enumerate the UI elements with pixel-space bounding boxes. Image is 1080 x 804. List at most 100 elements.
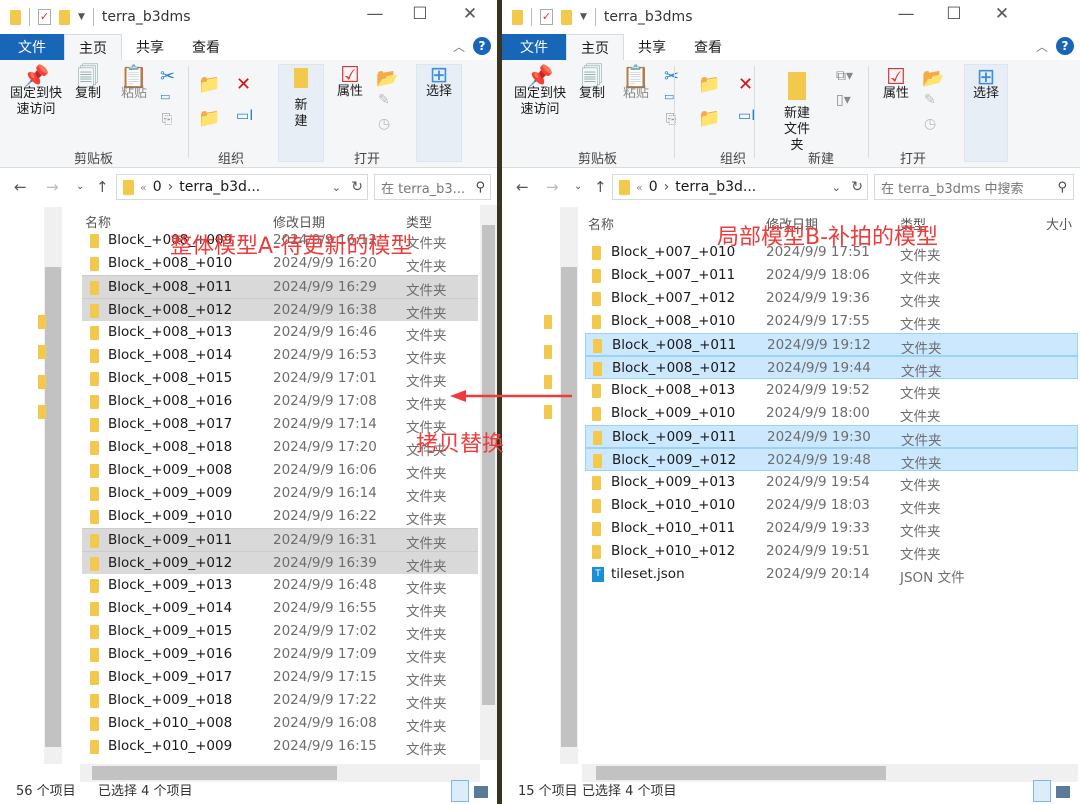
- recent-dropdown-icon[interactable]: ⌄: [574, 181, 582, 192]
- close-button[interactable]: ✕: [982, 4, 1022, 24]
- paste-button[interactable]: 📋 粘贴: [618, 67, 654, 102]
- select-button[interactable]: ⊞ 选择: [420, 65, 458, 100]
- tab-view[interactable]: 查看: [178, 34, 234, 60]
- file-row[interactable]: Block_+010_+011 2024/9/9 19:33 文件夹: [585, 517, 1078, 540]
- column-name[interactable]: 名称: [588, 214, 614, 233]
- edit-icon[interactable]: ✎: [378, 92, 390, 108]
- address-bar[interactable]: « 0 › terra_b3d... ⌄ ↻: [612, 174, 868, 200]
- breadcrumb-0[interactable]: 0: [649, 179, 658, 195]
- file-row[interactable]: Block_+009_+015 2024/9/9 17:02 文件夹: [82, 620, 478, 643]
- file-row[interactable]: Block_+009_+018 2024/9/9 17:22 文件夹: [82, 689, 478, 712]
- quick-access-dropdown-icon[interactable]: ▼: [580, 12, 587, 22]
- minimize-button[interactable]: —: [355, 4, 395, 24]
- list-scrollbar[interactable]: [480, 205, 497, 760]
- edit-icon[interactable]: ✎: [924, 92, 936, 108]
- tab-share[interactable]: 共享: [624, 34, 680, 60]
- help-icon[interactable]: ?: [473, 37, 491, 55]
- maximize-button[interactable]: ☐: [934, 4, 974, 24]
- file-row[interactable]: Block_+008_+010 2024/9/9 17:55 文件夹: [585, 310, 1078, 333]
- file-row[interactable]: Block_+010_+009 2024/9/9 16:15 文件夹: [82, 735, 478, 758]
- help-icon[interactable]: ?: [1056, 37, 1074, 55]
- properties-button[interactable]: ☑ 属性: [332, 65, 368, 100]
- move-to-icon[interactable]: 📁: [198, 74, 220, 95]
- new-item-icon[interactable]: ⧉▾: [836, 68, 853, 84]
- search-input[interactable]: 在 terra_b3dms 中搜索 ⚲: [874, 174, 1074, 200]
- address-dropdown-icon[interactable]: ⌄: [332, 181, 341, 194]
- file-row[interactable]: Block_+009_+017 2024/9/9 17:15 文件夹: [82, 666, 478, 689]
- back-button[interactable]: ←: [14, 178, 27, 196]
- easy-access-icon[interactable]: ▯▾: [836, 92, 851, 108]
- file-row[interactable]: Block_+009_+013 2024/9/9 19:54 文件夹: [585, 471, 1078, 494]
- address-bar[interactable]: « 0 › terra_b3d... ⌄ ↻: [116, 174, 368, 200]
- forward-button[interactable]: →: [46, 178, 59, 196]
- file-row[interactable]: Block_+008_+013 2024/9/9 19:52 文件夹: [585, 379, 1078, 402]
- file-row[interactable]: Block_+009_+009 2024/9/9 16:14 文件夹: [82, 482, 478, 505]
- copy-button[interactable]: 🗐 复制: [574, 67, 610, 102]
- file-row[interactable]: Block_+009_+016 2024/9/9 17:09 文件夹: [82, 643, 478, 666]
- cut-icon[interactable]: ✂: [664, 66, 679, 87]
- pin-quick-access-button[interactable]: 📌 固定到快速访问: [6, 67, 66, 118]
- copy-to-icon[interactable]: 📁: [198, 108, 220, 129]
- file-row[interactable]: Block_+009_+014 2024/9/9 16:55 文件夹: [82, 597, 478, 620]
- file-row[interactable]: Block_+008_+016 2024/9/9 17:08 文件夹: [82, 390, 478, 413]
- tab-file[interactable]: 文件: [0, 34, 64, 60]
- history-icon[interactable]: ◷: [378, 116, 390, 132]
- file-row[interactable]: Block_+007_+012 2024/9/9 19:36 文件夹: [585, 287, 1078, 310]
- new-folder-quick-icon[interactable]: [561, 9, 572, 25]
- delete-icon[interactable]: ✕: [738, 74, 753, 95]
- refresh-icon[interactable]: ↻: [851, 179, 863, 195]
- file-row[interactable]: Block_+009_+008 2024/9/9 16:06 文件夹: [82, 459, 478, 482]
- up-button[interactable]: ↑: [594, 178, 607, 196]
- minimize-button[interactable]: —: [886, 4, 926, 24]
- rename-icon[interactable]: ▭I: [236, 108, 253, 124]
- select-button[interactable]: ⊞ 选择: [967, 67, 1005, 102]
- nav-scrollbar[interactable]: [560, 207, 578, 764]
- collapse-ribbon-icon[interactable]: ︿: [1036, 38, 1048, 55]
- file-row[interactable]: Block_+010_+008 2024/9/9 16:08 文件夹: [82, 712, 478, 735]
- details-view-button[interactable]: [451, 780, 469, 802]
- copy-to-icon[interactable]: 📁: [698, 108, 720, 129]
- open-icon[interactable]: 📂: [376, 68, 398, 89]
- back-button[interactable]: ←: [516, 178, 529, 196]
- rename-icon[interactable]: ▭I: [738, 108, 755, 124]
- copy-button[interactable]: 🗐 复制: [70, 67, 106, 102]
- pin-quick-access-button[interactable]: 📌 固定到快速访问: [510, 67, 570, 118]
- file-row[interactable]: Block_+010_+012 2024/9/9 19:51 文件夹: [585, 540, 1078, 563]
- properties-quick-icon[interactable]: ✓: [540, 9, 553, 25]
- copy-path-icon[interactable]: ▭: [664, 90, 674, 103]
- new-folder-quick-icon[interactable]: [59, 9, 70, 25]
- new-folder-button[interactable]: 新建文件夹: [772, 72, 822, 154]
- file-row[interactable]: Block_+008_+011 2024/9/9 19:12 文件夹: [585, 333, 1078, 357]
- breadcrumb-terra[interactable]: terra_b3d...: [179, 179, 260, 195]
- file-row[interactable]: Block_+007_+011 2024/9/9 18:06 文件夹: [585, 264, 1078, 287]
- collapse-ribbon-icon[interactable]: ︿: [453, 38, 465, 55]
- address-dropdown-icon[interactable]: ⌄: [832, 181, 841, 194]
- properties-button[interactable]: ☑ 属性: [878, 67, 914, 102]
- file-row[interactable]: Block_+008_+012 2024/9/9 19:44 文件夹: [585, 356, 1078, 380]
- file-row[interactable]: Block_+008_+014 2024/9/9 16:53 文件夹: [82, 344, 478, 367]
- navigation-pane[interactable]: [0, 205, 64, 764]
- close-button[interactable]: ✕: [450, 4, 490, 24]
- file-row[interactable]: Block_+009_+012 2024/9/9 19:48 文件夹: [585, 448, 1078, 472]
- file-row[interactable]: Block_+008_+015 2024/9/9 17:01 文件夹: [82, 367, 478, 390]
- navigation-pane[interactable]: [502, 205, 580, 764]
- properties-quick-icon[interactable]: ✓: [38, 9, 51, 25]
- recent-dropdown-icon[interactable]: ⌄: [76, 181, 84, 192]
- copy-path-icon[interactable]: ▭: [160, 90, 170, 103]
- paste-button[interactable]: 📋 粘贴: [116, 67, 152, 102]
- file-row[interactable]: Block_+009_+010 2024/9/9 18:00 文件夹: [585, 402, 1078, 425]
- paste-shortcut-icon[interactable]: ⎘: [162, 112, 172, 127]
- details-view-button[interactable]: [1033, 780, 1051, 802]
- tab-view[interactable]: 查看: [680, 34, 736, 60]
- new-button[interactable]: 新建: [282, 68, 320, 130]
- file-row[interactable]: Block_+008_+013 2024/9/9 16:46 文件夹: [82, 321, 478, 344]
- file-row[interactable]: Block_+009_+010 2024/9/9 16:22 文件夹: [82, 505, 478, 528]
- delete-icon[interactable]: ✕: [236, 74, 251, 95]
- file-row[interactable]: Block_+008_+012 2024/9/9 16:38 文件夹: [82, 298, 478, 322]
- refresh-icon[interactable]: ↻: [351, 179, 363, 195]
- maximize-button[interactable]: ☐: [400, 4, 440, 24]
- tab-home[interactable]: 主页: [64, 34, 122, 60]
- file-row[interactable]: Block_+009_+011 2024/9/9 16:31 文件夹: [82, 528, 478, 552]
- file-row[interactable]: Block_+008_+011 2024/9/9 16:29 文件夹: [82, 275, 478, 299]
- column-size[interactable]: 大小: [1046, 214, 1072, 233]
